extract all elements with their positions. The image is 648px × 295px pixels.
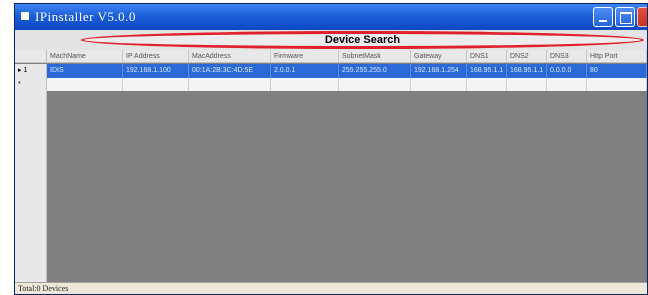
- window-title: IPinstaller V5.0.0: [35, 9, 136, 24]
- cell-gateway[interactable]: 192.168.1.254: [411, 64, 467, 78]
- column-header-ip-address[interactable]: IP Address: [123, 50, 189, 63]
- column-header-gateway[interactable]: Gateway: [411, 50, 467, 63]
- blank-cell[interactable]: [507, 78, 547, 91]
- column-header-subnet-mask[interactable]: SubnetMask: [339, 50, 411, 63]
- column-header-dns1[interactable]: DNS1: [467, 50, 507, 63]
- cell-mac-address[interactable]: 00:1A:2B:3C:4D:5E: [189, 64, 271, 78]
- maximize-button[interactable]: [615, 7, 635, 27]
- blank-cell[interactable]: [339, 78, 411, 91]
- row-header-strip: [15, 91, 47, 282]
- column-header-mac-address[interactable]: MacAddress: [189, 50, 271, 63]
- cell-ip-address[interactable]: 192.168.1.100: [123, 64, 189, 78]
- device-count-status: Total:0 Devices: [18, 284, 69, 293]
- ipinstaller-window: IPinstaller V5.0.0 Device Search MachNam…: [14, 3, 648, 295]
- blank-cell[interactable]: [587, 78, 647, 91]
- table-row[interactable]: ▸ 1 IDIS 192.168.1.100 00:1A:2B:3C:4D:5E…: [15, 64, 647, 78]
- column-header-machname[interactable]: MachName: [47, 50, 123, 63]
- app-icon: [21, 12, 29, 20]
- blank-cell[interactable]: [47, 78, 123, 91]
- blank-cell[interactable]: [123, 78, 189, 91]
- cell-machname[interactable]: IDIS: [47, 64, 123, 78]
- cell-subnet-mask[interactable]: 255.255.255.0: [339, 64, 411, 78]
- header-corner: [15, 50, 47, 63]
- toolbar: Device Search: [15, 30, 647, 50]
- cell-dns2[interactable]: 168.95.1.1: [507, 64, 547, 78]
- column-header-firmware[interactable]: Firmware: [271, 50, 339, 63]
- cell-dns3[interactable]: 0.0.0.0: [547, 64, 587, 78]
- blank-cell[interactable]: [547, 78, 587, 91]
- cell-dns1[interactable]: 168.95.1.1: [467, 64, 507, 78]
- status-bar: Total:0 Devices: [15, 282, 647, 294]
- title-bar[interactable]: IPinstaller V5.0.0: [15, 4, 647, 30]
- device-search-button[interactable]: Device Search: [81, 31, 644, 49]
- close-button[interactable]: [637, 7, 647, 27]
- grid-header: MachName IP Address MacAddress Firmware …: [15, 50, 647, 63]
- cell-http-port[interactable]: 80: [587, 64, 647, 78]
- blank-cell[interactable]: [271, 78, 339, 91]
- minimize-button[interactable]: [593, 7, 613, 27]
- cell-firmware[interactable]: 2.0.0.1: [271, 64, 339, 78]
- column-header-dns2[interactable]: DNS2: [507, 50, 547, 63]
- device-grid[interactable]: MachName IP Address MacAddress Firmware …: [15, 50, 647, 282]
- column-header-dns3[interactable]: DNS3: [547, 50, 587, 63]
- new-row-marker: *: [15, 78, 47, 91]
- new-record-row[interactable]: *: [15, 78, 647, 91]
- row-selector[interactable]: ▸ 1: [15, 64, 47, 78]
- column-header-http-port[interactable]: Http Port: [587, 50, 647, 63]
- blank-cell[interactable]: [411, 78, 467, 91]
- blank-cell[interactable]: [467, 78, 507, 91]
- blank-cell[interactable]: [189, 78, 271, 91]
